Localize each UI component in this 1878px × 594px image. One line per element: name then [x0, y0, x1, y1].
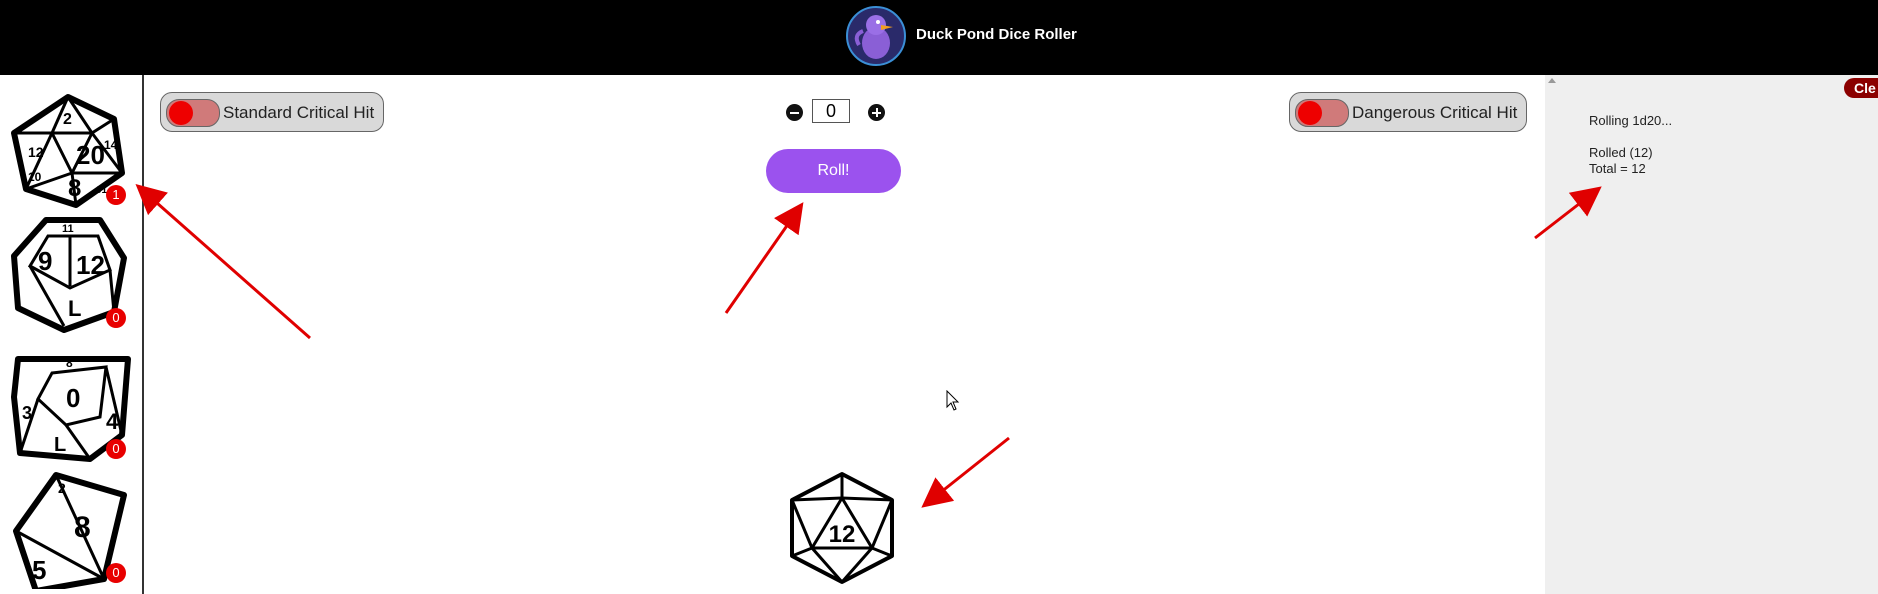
- arrow-to-roll-button: [724, 202, 804, 314]
- sidebar-item-d20[interactable]: 2 20 12 14 10 8 01 1: [6, 93, 136, 211]
- toggle-knob: [1298, 101, 1322, 125]
- result-value: 12: [829, 521, 856, 548]
- arrow-to-result: [921, 436, 1010, 508]
- log-line: Rolled (12): [1589, 145, 1653, 160]
- svg-text:8: 8: [66, 356, 73, 370]
- svg-text:14: 14: [104, 138, 118, 152]
- svg-text:L: L: [54, 434, 66, 456]
- svg-text:8: 8: [74, 511, 91, 544]
- modifier-minus-button[interactable]: [786, 104, 803, 121]
- svg-text:2: 2: [58, 480, 66, 496]
- toggle-track: [1295, 99, 1349, 127]
- d12-count-badge: 0: [106, 308, 126, 328]
- svg-text:5: 5: [32, 555, 46, 585]
- svg-text:10: 10: [28, 170, 42, 184]
- d20-count-badge: 1: [106, 185, 126, 205]
- dangerous-critical-hit-label: Dangerous Critical Hit: [1352, 103, 1518, 122]
- clear-log-button[interactable]: Cle: [1844, 78, 1878, 98]
- roll-button[interactable]: Roll!: [766, 149, 901, 193]
- d8-count-badge: 0: [106, 563, 126, 583]
- svg-text:20: 20: [76, 140, 105, 170]
- sidebar-item-d10[interactable]: 8 0 4 3 L 0: [6, 347, 136, 465]
- arrow-to-d20: [135, 184, 311, 340]
- svg-text:8: 8: [68, 175, 81, 202]
- modifier-input[interactable]: [812, 99, 850, 123]
- standard-critical-hit-label: Standard Critical Hit: [223, 103, 375, 122]
- log-line: Total = 12: [1589, 161, 1646, 176]
- mouse-cursor-icon: [946, 390, 960, 411]
- app-title: Duck Pond Dice Roller: [916, 26, 1077, 43]
- toggle-track: [166, 99, 220, 127]
- dangerous-critical-hit-toggle[interactable]: Dangerous Critical Hit: [1289, 92, 1527, 132]
- dice-sidebar: 2 20 12 14 10 8 01 1 11 9 12 L 0 8 0 4 3…: [0, 75, 144, 594]
- svg-text:12: 12: [28, 144, 44, 160]
- sidebar-item-d12[interactable]: 11 9 12 L 0: [6, 216, 136, 334]
- svg-text:2: 2: [63, 111, 72, 128]
- svg-text:4: 4: [106, 409, 119, 434]
- toggle-knob: [169, 101, 193, 125]
- d10-count-badge: 0: [106, 439, 126, 459]
- svg-text:11: 11: [62, 223, 74, 235]
- standard-critical-hit-toggle[interactable]: Standard Critical Hit: [160, 92, 384, 132]
- svg-text:0: 0: [66, 383, 80, 413]
- log-line: Rolling 1d20...: [1589, 113, 1673, 128]
- svg-text:9: 9: [38, 246, 52, 276]
- scroll-up-icon[interactable]: [1548, 78, 1556, 83]
- svg-text:L: L: [68, 296, 81, 321]
- duck-logo-icon: [846, 6, 906, 66]
- svg-text:12: 12: [76, 250, 105, 280]
- d20-result-icon: 12: [790, 472, 894, 584]
- sidebar-item-d8[interactable]: 2 8 5 0: [6, 471, 136, 589]
- svg-text:3: 3: [22, 403, 32, 423]
- modifier-plus-button[interactable]: [868, 104, 885, 121]
